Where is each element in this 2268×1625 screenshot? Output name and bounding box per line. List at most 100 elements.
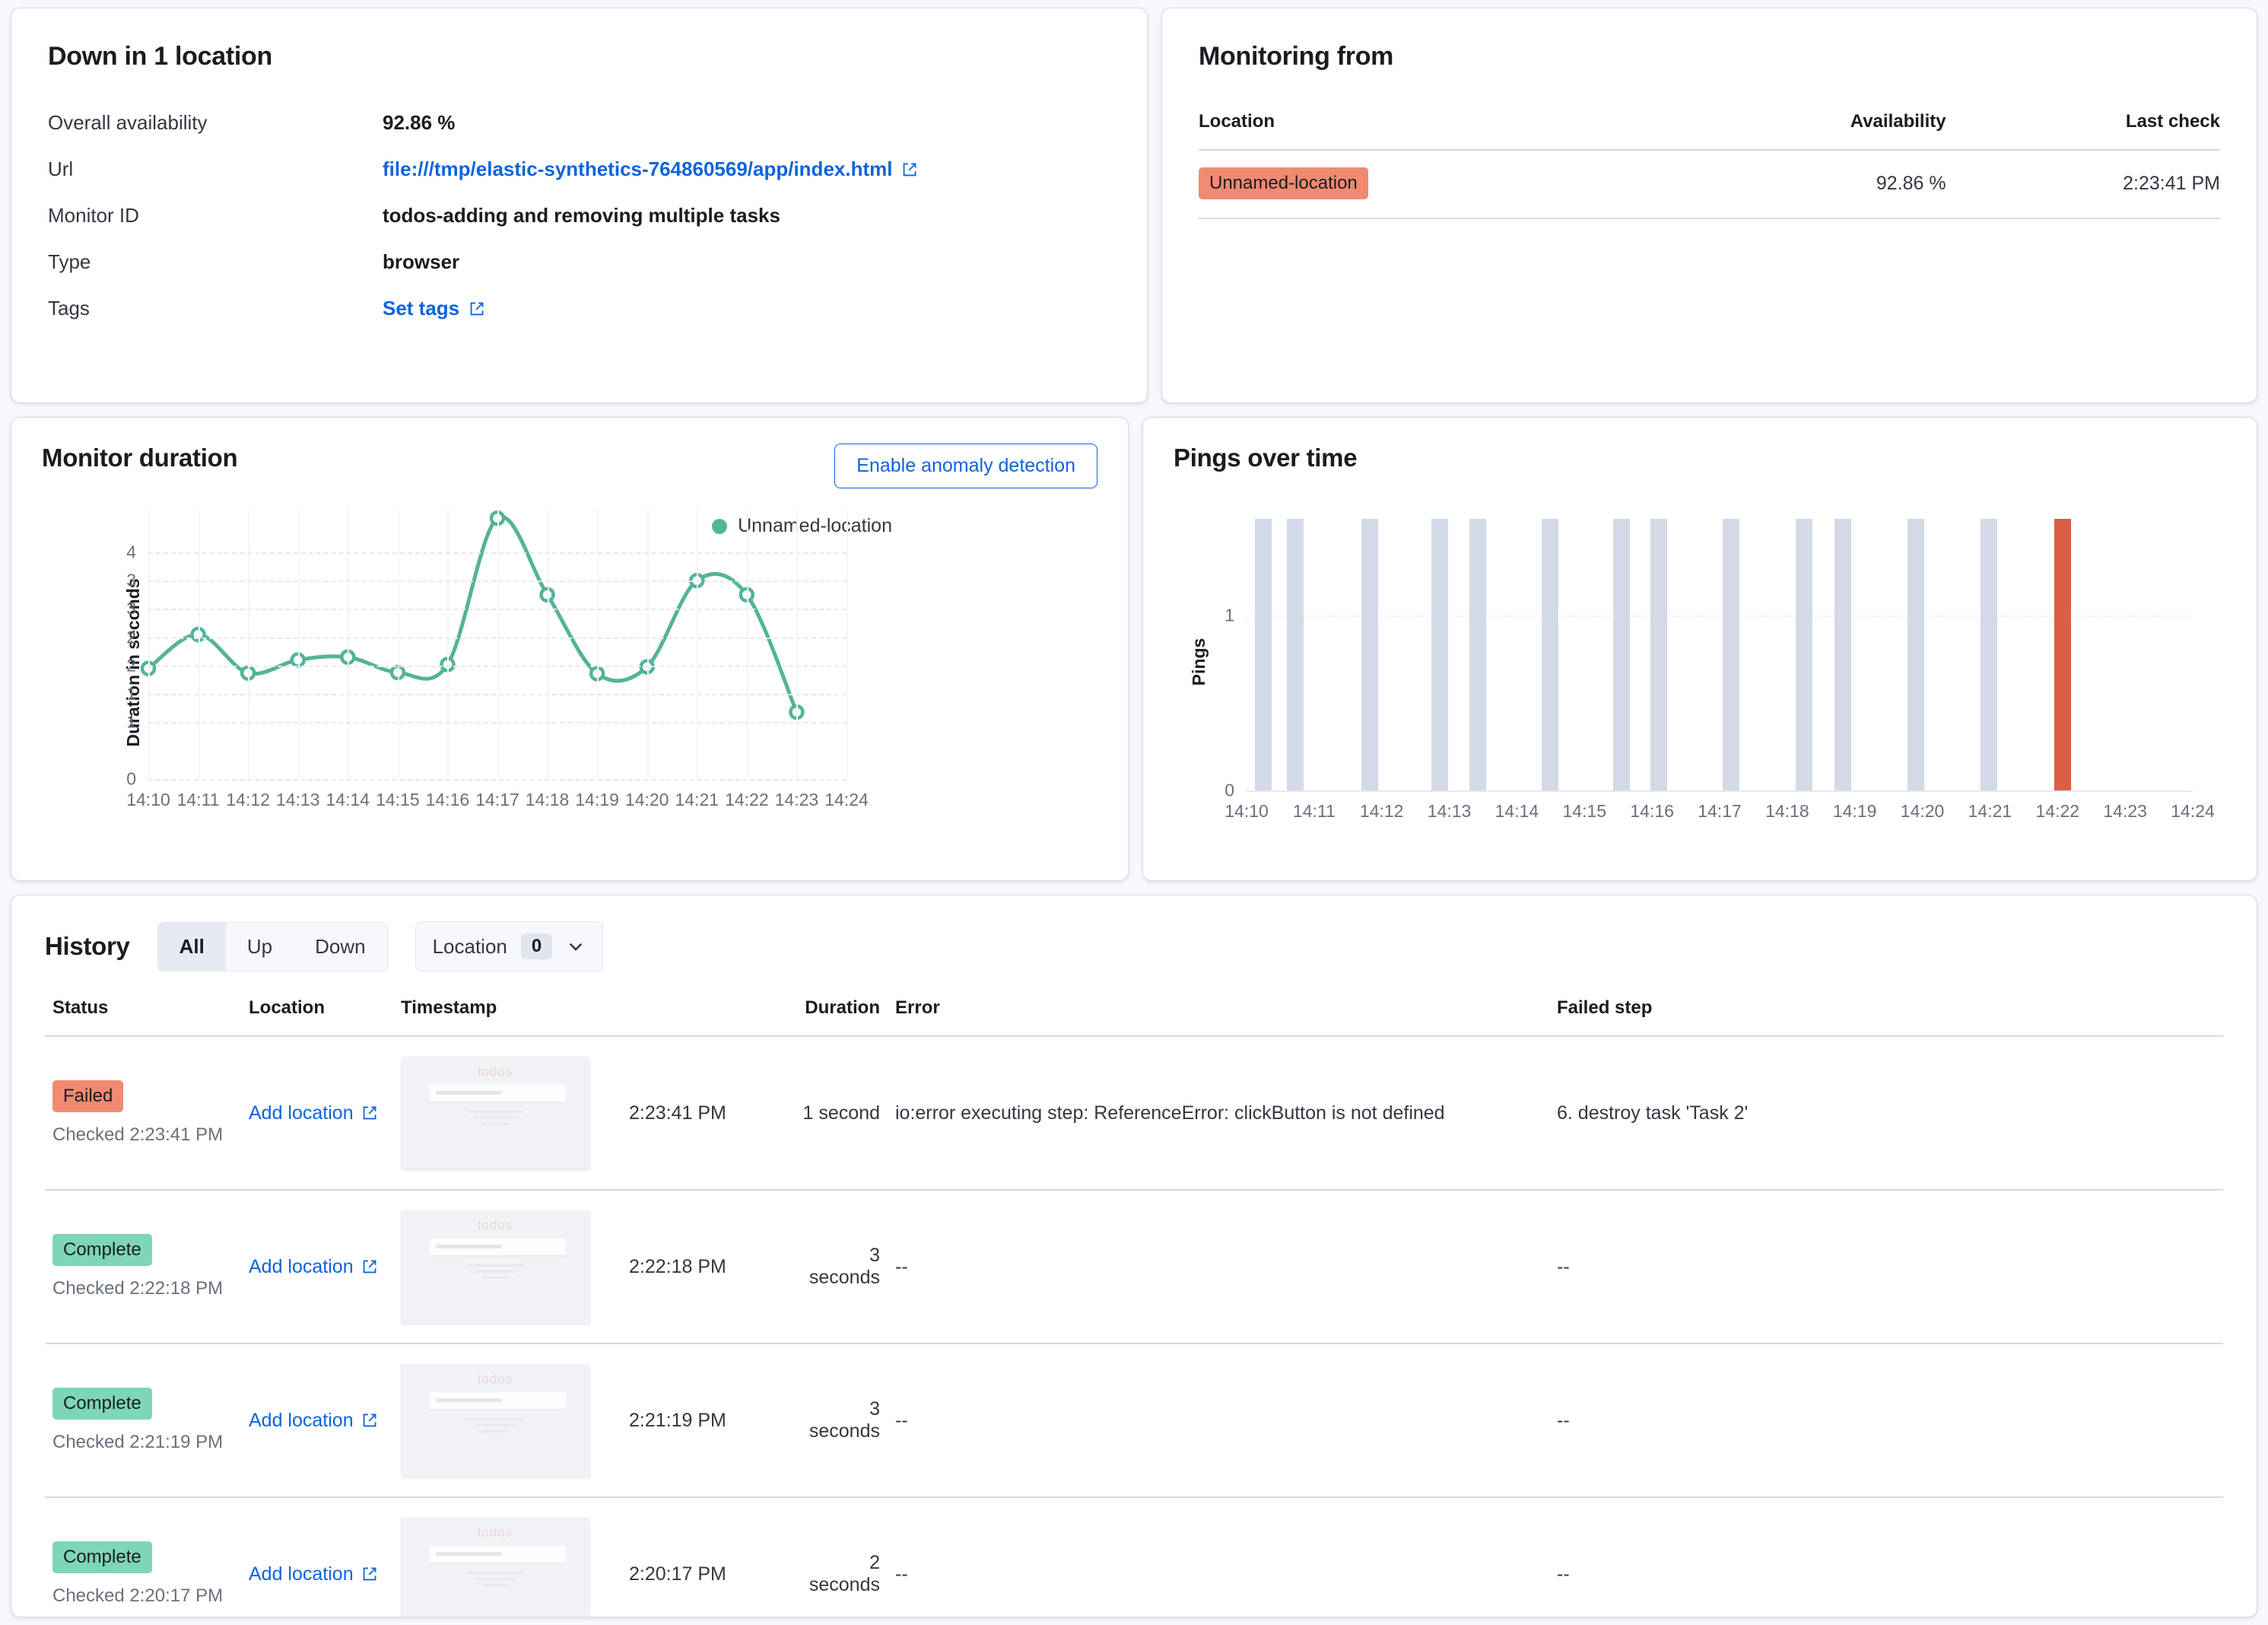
cell-location: Add location <box>241 1497 393 1617</box>
duration-plot-area[interactable]: 14:10 14:11 14:12 14:13 14:14 14:15 14:16 14:17… <box>126 510 869 809</box>
add-location-link[interactable]: Add location <box>249 1256 378 1278</box>
checked-timestamp: Checked 2:23:41 PM <box>52 1124 224 1145</box>
grid-line-vertical <box>348 510 350 779</box>
grid-line-vertical <box>447 510 449 779</box>
pings-plot-area[interactable]: 0 1 14:10 14:11 14:12 14:13 14:14 14:15 14:16 14:… <box>1225 501 2215 821</box>
cell-status: Failed Checked 2:23:41 PM <box>45 1036 241 1191</box>
detail-value-link[interactable]: file:///tmp/elastic-synthetics-764860569… <box>383 157 918 181</box>
x-axis-tick: 14:13 <box>1427 801 1472 821</box>
uptime-monitor-page: Down in 1 location Overall availability 9… <box>0 0 2268 1625</box>
add-location-link[interactable]: Add location <box>249 1563 378 1585</box>
y-axis-tick: 3 <box>126 598 136 619</box>
thumbnail-line <box>466 1111 524 1113</box>
x-axis-tick: 14:13 <box>275 790 320 809</box>
x-axis-tick: 14:15 <box>376 790 420 809</box>
ping-bar-up[interactable] <box>1254 518 1272 790</box>
checked-timestamp: Checked 2:22:18 PM <box>52 1278 224 1299</box>
ping-bar-up[interactable] <box>1542 518 1559 790</box>
ping-bar-down[interactable] <box>2054 518 2071 790</box>
cell-error: -- <box>888 1190 1549 1344</box>
monitor-duration-title: Monitor duration <box>42 444 238 472</box>
add-location-link[interactable]: Add location <box>249 1102 378 1124</box>
location-filter-dropdown[interactable]: Location 0 <box>415 921 604 972</box>
col-status: Status <box>45 997 241 1037</box>
thumbnail-line <box>481 1277 509 1279</box>
history-header-row: Status Location Timestamp Duration Error… <box>45 997 2223 1037</box>
screenshot-thumbnail[interactable]: todos <box>401 1518 589 1617</box>
x-axis-tick: 14:22 <box>2035 801 2080 821</box>
detail-label: Overall availability <box>48 111 208 134</box>
x-axis-tick: 14:19 <box>575 790 619 809</box>
ping-bar-up[interactable] <box>1650 518 1668 790</box>
cell-error: -- <box>888 1344 1549 1498</box>
table-row: Complete Checked 2:22:18 PM Add location to… <box>45 1190 2223 1344</box>
x-axis-tick: 14:14 <box>326 790 370 809</box>
screenshot-thumbnail[interactable]: todos <box>401 1364 589 1477</box>
ping-bar-up[interactable] <box>1431 518 1448 790</box>
col-last-check: Last check <box>1946 111 2220 151</box>
filter-all-button[interactable]: All <box>157 922 226 971</box>
detail-row: Url file:///tmp/elastic-synthetics-764860… <box>48 157 1110 181</box>
filter-up-button[interactable]: Up <box>226 923 294 971</box>
detail-value-link[interactable]: Set tags <box>383 297 485 320</box>
cell-availability: 92.86 % <box>1676 150 1946 219</box>
y-axis-tick: 0 <box>126 768 136 789</box>
grid-line-vertical <box>397 510 399 779</box>
table-header-row: Location Availability Last check <box>1199 111 2220 151</box>
detail-row: Type browser <box>48 250 1110 274</box>
chevron-down-icon <box>566 937 586 956</box>
page-title: Down in 1 location <box>48 42 272 71</box>
monitoring-from-title: Monitoring from <box>1199 42 1394 71</box>
ping-bar-up[interactable] <box>1612 518 1630 790</box>
external-link-icon <box>361 1105 378 1121</box>
external-link-icon <box>361 1566 378 1582</box>
monitor-duration-card: Monitor duration Enable anomaly detectio… <box>11 417 1129 881</box>
axis-baseline <box>1247 790 2193 792</box>
grid-line-vertical <box>697 510 699 779</box>
ping-bar-up[interactable] <box>1834 518 1852 790</box>
status-filter-group[interactable]: All Up Down <box>157 921 388 972</box>
thumbnail-input-placeholder <box>429 1546 566 1563</box>
monitor-status-card: Down in 1 location Overall availability 9… <box>11 8 1148 403</box>
x-axis-tick: 14:11 <box>1292 801 1336 821</box>
status-badge: Failed <box>52 1080 124 1112</box>
duration-series-line <box>146 514 799 714</box>
col-duration: Duration <box>789 997 888 1037</box>
cell-duration: 2 seconds <box>789 1497 888 1617</box>
history-card: History All Up Down Location 0 Status Lo… <box>11 895 2257 1617</box>
detail-row: Tags Set tags <box>48 297 1110 320</box>
cell-last-check: 2:23:41 PM <box>1946 150 2220 219</box>
grid-line-horizontal <box>148 665 847 667</box>
x-axis-tick: 14:20 <box>1900 801 1945 821</box>
ping-bar-up[interactable] <box>1907 518 1925 790</box>
grid-line-vertical <box>547 510 549 779</box>
screenshot-thumbnail[interactable]: todos <box>401 1057 589 1169</box>
thumbnail-line <box>475 1117 516 1119</box>
x-axis-tick: 14:17 <box>1698 801 1742 821</box>
screenshot-thumbnail[interactable]: todos <box>401 1210 589 1323</box>
thumbnail-line <box>481 1584 509 1586</box>
x-axis-tick: 14:22 <box>725 790 769 809</box>
pings-y-axis-title: Pings <box>1188 638 1209 686</box>
ping-bar-up[interactable] <box>1723 518 1740 790</box>
y-axis-tick: 3 <box>126 570 136 590</box>
x-axis-tick: 14:15 <box>1562 801 1607 821</box>
filter-down-button[interactable]: Down <box>294 923 386 971</box>
ping-bar-up[interactable] <box>1796 518 1813 790</box>
ping-bar-up[interactable] <box>1469 518 1487 790</box>
ping-bar-up[interactable] <box>1980 518 1997 790</box>
grid-line-horizontal <box>148 722 847 724</box>
y-axis-tick: 4 <box>126 542 136 562</box>
history-table: Status Location Timestamp Duration Error… <box>45 997 2223 1617</box>
x-axis-tick: 14:24 <box>824 790 869 809</box>
cell-failed-step: 6. destroy task 'Task 2' <box>1549 1036 2223 1191</box>
ping-bar-up[interactable] <box>1361 518 1379 790</box>
ping-bar-up[interactable] <box>1287 518 1304 790</box>
cell-location: Unnamed-location <box>1199 150 1676 219</box>
x-axis-tick: 14:23 <box>2103 801 2147 821</box>
cell-timestamp: 2:21:19 PM <box>621 1344 789 1498</box>
x-axis-tick: 14:11 <box>176 790 220 809</box>
monitor-detail-list: Overall availability 92.86 % Url file:///tm… <box>48 111 1110 320</box>
enable-anomaly-detection-button[interactable]: Enable anomaly detection <box>834 444 1097 488</box>
add-location-link[interactable]: Add location <box>249 1410 378 1432</box>
